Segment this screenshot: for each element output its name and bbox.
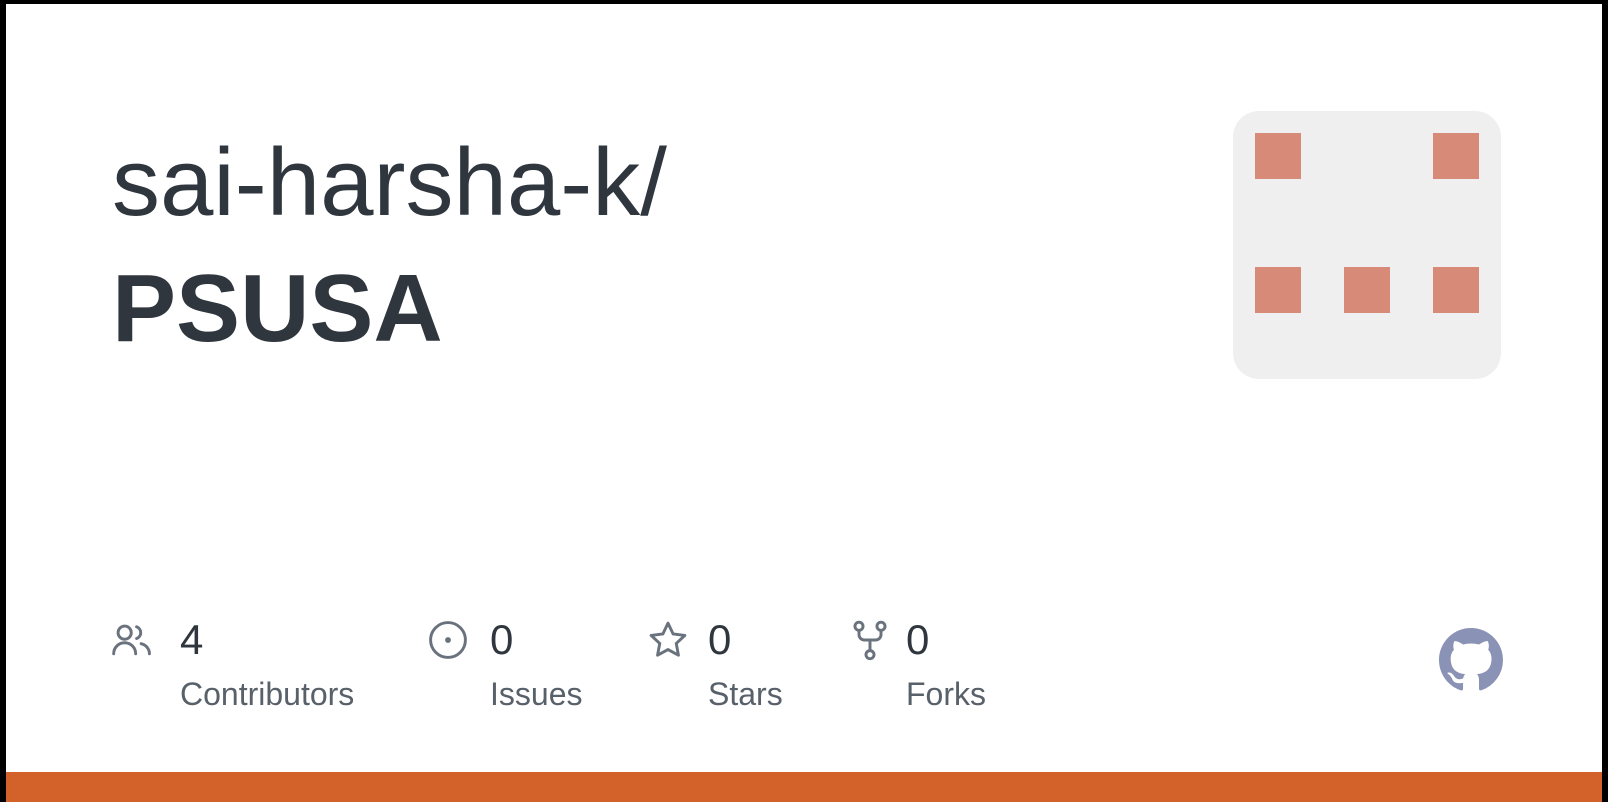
stat-label: Contributors <box>180 676 355 712</box>
stat-label: Forks <box>906 676 986 712</box>
repo-social-card: sai-harsha-k/ PSUSA 4 Contributors 0 Iss… <box>6 4 1602 802</box>
stat-value: 4 <box>180 616 204 663</box>
identicon-pixel <box>1255 133 1301 179</box>
contributors-icon <box>112 624 151 656</box>
stat-value: 0 <box>490 616 514 663</box>
stat-value: 0 <box>708 616 732 663</box>
stat-label: Issues <box>490 676 583 712</box>
repo-owner[interactable]: sai-harsha-k/ <box>112 128 667 238</box>
identicon-pixel <box>1255 267 1301 313</box>
identicon-pixel <box>1433 267 1479 313</box>
github-logo-icon[interactable] <box>1439 628 1503 692</box>
accent-bar <box>6 772 1602 802</box>
stat-label: Stars <box>708 676 783 712</box>
fork-icon <box>853 620 887 661</box>
stat-value: 0 <box>906 616 930 663</box>
identicon-pixel <box>1433 133 1479 179</box>
identicon-pixel <box>1344 267 1390 313</box>
repo-identicon <box>1233 111 1501 379</box>
issues-icon <box>429 621 467 659</box>
star-icon <box>649 621 687 657</box>
repo-name[interactable]: PSUSA <box>112 254 443 364</box>
